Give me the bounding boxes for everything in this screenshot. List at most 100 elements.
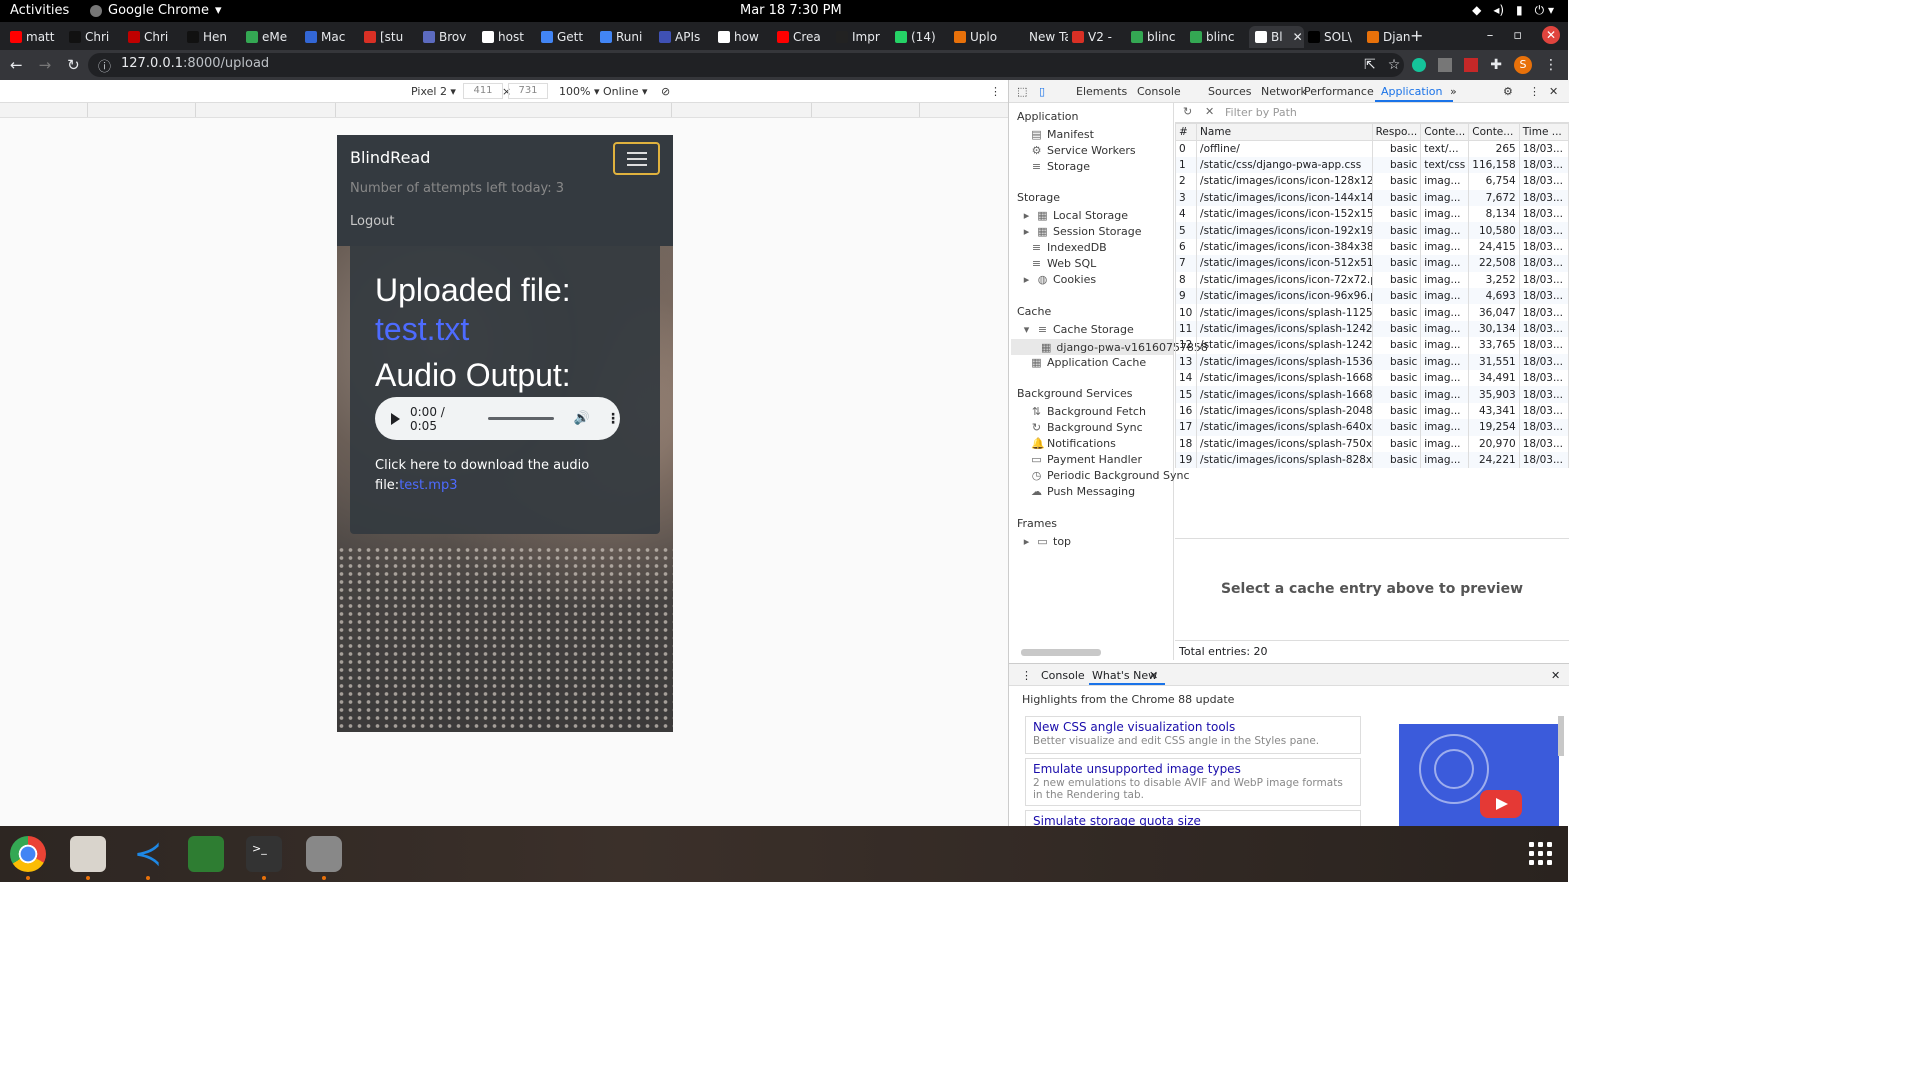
minimize-icon[interactable]: – — [1487, 28, 1494, 43]
reload-icon[interactable]: ↻ — [67, 56, 80, 74]
zoom-select[interactable]: 100% ▾ — [559, 85, 599, 98]
hamburger-menu-button[interactable] — [613, 142, 660, 175]
grammarly-extension-icon[interactable] — [1412, 58, 1427, 72]
uploaded-file-link[interactable]: test.txt — [375, 311, 469, 348]
table-row[interactable]: 18/static/images/icons/splash-750x13...b… — [1174, 435, 1570, 452]
close-window-icon[interactable]: ✕ — [1542, 26, 1560, 44]
profile-avatar[interactable]: S — [1514, 56, 1532, 74]
browser-tab[interactable]: Gett — [541, 26, 596, 48]
column-header[interactable]: Name — [1196, 123, 1373, 141]
sidebar-item-background-sync[interactable]: ↻ Background Sync — [1031, 421, 1143, 434]
sidebar-item-session-storage[interactable]: ▸ ▦ Session Storage — [1021, 225, 1142, 238]
table-row[interactable]: 6/static/images/icons/icon-384x384....ba… — [1174, 238, 1570, 256]
sidebar-item-background-fetch[interactable]: ⇅ Background Fetch — [1031, 405, 1146, 418]
table-row[interactable]: 5/static/images/icons/icon-192x192....ba… — [1174, 222, 1570, 239]
browser-tab[interactable]: New Tal — [1013, 26, 1068, 48]
browser-tab[interactable]: Hen — [187, 26, 242, 48]
tab-sources[interactable]: Sources — [1208, 85, 1252, 98]
table-row[interactable]: 1/static/css/django-pwa-app.css basic text… — [1174, 156, 1570, 174]
table-row[interactable]: 9/static/images/icons/icon-96x96.png basi… — [1174, 288, 1570, 305]
browser-tab[interactable]: host — [482, 26, 537, 48]
activities-button[interactable]: Activities — [10, 3, 69, 18]
clear-icon[interactable]: ✕ — [1205, 105, 1214, 118]
table-row[interactable]: 2/static/images/icons/icon-128x128....ba… — [1174, 173, 1570, 190]
kebab-menu-icon[interactable]: ⋮ — [1544, 57, 1558, 73]
volume-icon[interactable]: 🔊 — [574, 411, 590, 426]
browser-tab[interactable]: blinc — [1190, 26, 1245, 48]
table-row[interactable]: 19/static/images/icons/splash-828x17...b… — [1174, 451, 1570, 469]
browser-tab[interactable]: (14) — [895, 26, 950, 48]
sidebar-item-push-messaging[interactable]: ☁ Push Messaging — [1031, 485, 1135, 498]
drawer-scrollbar[interactable] — [1558, 716, 1564, 756]
tab-performance[interactable]: Performance — [1304, 85, 1374, 98]
tab-application[interactable]: Application — [1381, 85, 1442, 98]
table-row[interactable]: 7/static/images/icons/icon-512x512....ba… — [1174, 255, 1570, 272]
terminal-app-icon[interactable]: >_ — [246, 836, 282, 872]
sidebar-item-application-cache[interactable]: ▦ Application Cache — [1031, 356, 1146, 369]
download-manager-app-icon[interactable] — [188, 836, 224, 872]
media-query-ruler[interactable] — [0, 103, 1008, 118]
drawer-menu-icon[interactable]: ⋮ — [1021, 669, 1032, 682]
clock[interactable]: Mar 18 7:30 PM — [740, 3, 842, 18]
table-row[interactable]: 12/static/images/icons/splash-1242x2...b… — [1174, 337, 1570, 354]
device-height-input[interactable]: 731 — [508, 83, 548, 99]
vscode-app-icon[interactable]: ≺ — [130, 836, 166, 872]
browser-tab[interactable]: Chri — [128, 26, 183, 48]
sidebar-item-service-workers[interactable]: ⚙ Service Workers — [1031, 144, 1136, 157]
audio-options-icon[interactable]: ⋮ — [606, 411, 620, 427]
tab-console[interactable]: Console — [1137, 85, 1181, 98]
device-width-input[interactable]: 411 — [463, 83, 503, 99]
table-row[interactable]: 14/static/images/icons/splash-1668x2...b… — [1174, 369, 1570, 387]
files-app-icon[interactable] — [70, 836, 106, 872]
extension-icon[interactable] — [1438, 58, 1453, 72]
sidebar-item-payment-handler[interactable]: ▭ Payment Handler — [1031, 453, 1142, 466]
column-header[interactable]: Conte... — [1420, 123, 1470, 141]
generic-app-icon[interactable] — [306, 836, 342, 872]
network-throttle-select[interactable]: Online ▾ — [603, 85, 648, 98]
browser-tab[interactable]: APIs — [659, 26, 714, 48]
extension-red-icon[interactable] — [1464, 58, 1479, 72]
device-toggle-icon[interactable]: ▯ — [1039, 85, 1045, 98]
devtools-menu-icon[interactable]: ⋮ — [1529, 85, 1540, 98]
browser-tab[interactable]: Impr — [836, 26, 891, 48]
share-icon[interactable]: ⇱ — [1364, 57, 1376, 73]
sidebar-item-frame-top[interactable]: ▸ ▭ top — [1021, 535, 1071, 548]
table-row[interactable]: 8/static/images/icons/icon-72x72.png basi… — [1174, 271, 1570, 289]
sidebar-item-periodic-background-sync[interactable]: ◷ Periodic Background Sync — [1031, 469, 1190, 482]
chrome-app-icon[interactable] — [10, 836, 46, 872]
sidebar-item-web-sql[interactable]: ≡ Web SQL — [1031, 257, 1096, 270]
device-toolbar-menu-icon[interactable]: ⋮ — [990, 85, 1001, 98]
column-header[interactable]: Conte... — [1468, 123, 1520, 141]
sidebar-item-storage[interactable]: ≡ Storage — [1031, 160, 1090, 173]
refresh-icon[interactable]: ↻ — [1183, 105, 1192, 118]
table-row[interactable]: 0/offline/basic text/... 265 18/03... — [1174, 140, 1570, 157]
app-menu[interactable]: Google Chrome ▾ — [90, 3, 222, 18]
whats-new-video-thumbnail[interactable] — [1399, 724, 1559, 827]
close-tab-icon[interactable]: ✕ — [1149, 669, 1158, 682]
browser-tab[interactable]: Bl ✕ — [1249, 26, 1304, 48]
drawer-tab-whats-new[interactable]: What's New — [1092, 669, 1157, 682]
news-item[interactable]: New CSS angle visualization tools Better… — [1025, 716, 1361, 754]
play-icon[interactable] — [391, 412, 400, 425]
info-icon[interactable]: ⓘ — [98, 56, 111, 75]
sidebar-item-manifest[interactable]: ▤ Manifest — [1031, 128, 1094, 141]
back-icon[interactable]: ← — [10, 56, 23, 74]
browser-tab[interactable]: Uplo — [954, 26, 1009, 48]
filter-path-input[interactable]: Filter by Path — [1225, 106, 1297, 119]
table-row[interactable]: 13/static/images/icons/splash-1536x2...b… — [1174, 353, 1570, 370]
browser-tab[interactable]: Brov — [423, 26, 478, 48]
system-tray[interactable]: ◆ ◂) ▮ ⏻ ▾ — [1472, 3, 1554, 18]
browser-tab[interactable]: Chri — [69, 26, 124, 48]
table-row[interactable]: 3/static/images/icons/icon-144x144....ba… — [1174, 189, 1570, 207]
sidebar-item-indexeddb[interactable]: ≡ IndexedDB — [1031, 241, 1107, 254]
browser-tab[interactable]: eMe — [246, 26, 301, 48]
close-drawer-icon[interactable]: ✕ — [1551, 669, 1560, 682]
puzzle-extensions-icon[interactable]: ✚ — [1490, 57, 1502, 73]
close-tab-icon[interactable]: ✕ — [1293, 30, 1303, 44]
device-select[interactable]: Pixel 2 ▾ — [411, 85, 456, 98]
browser-tab[interactable]: SOL\ — [1308, 26, 1363, 48]
rotate-icon[interactable]: ⊘ — [661, 85, 670, 98]
logout-link[interactable]: Logout — [350, 214, 395, 229]
tab-elements[interactable]: Elements — [1076, 85, 1127, 98]
close-devtools-icon[interactable]: ✕ — [1549, 85, 1558, 98]
